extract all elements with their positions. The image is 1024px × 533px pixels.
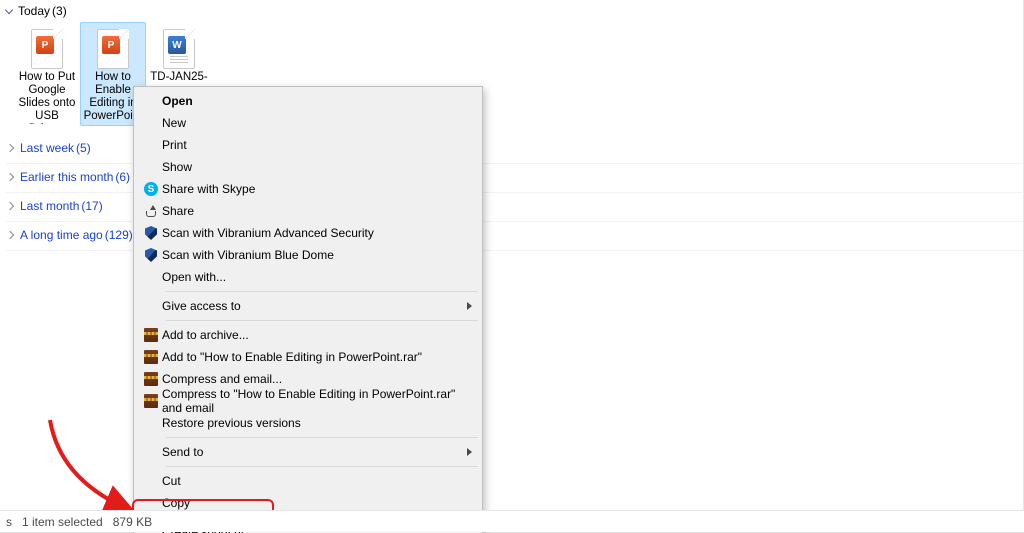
chevron-right-icon	[467, 302, 472, 310]
menu-share-skype[interactable]: S Share with Skype	[136, 178, 480, 200]
archive-icon	[144, 394, 158, 408]
menu-send-to[interactable]: Send to	[136, 441, 480, 463]
group-label: Earlier this month	[20, 170, 113, 184]
group-count: (6)	[115, 170, 130, 184]
shield-icon	[145, 226, 157, 240]
group-header-today[interactable]: Today (3)	[0, 0, 1023, 20]
menu-give-access[interactable]: Give access to	[136, 295, 480, 317]
menu-separator	[166, 291, 478, 292]
chevron-right-icon	[6, 201, 16, 211]
status-selected: 1 item selected	[22, 515, 103, 529]
chevron-right-icon	[6, 230, 16, 240]
menu-restore-versions[interactable]: Restore previous versions	[136, 412, 480, 434]
menu-print[interactable]: Print	[136, 134, 480, 156]
menu-separator	[166, 437, 478, 438]
file-item[interactable]: P How to Put Google Slides onto USB Driv…	[14, 22, 80, 127]
menu-compress-to-email[interactable]: Compress to "How to Enable Editing in Po…	[136, 390, 480, 412]
shield-icon	[145, 248, 157, 262]
group-count: (5)	[76, 141, 91, 155]
menu-share[interactable]: Share	[136, 200, 480, 222]
menu-cut[interactable]: Cut	[136, 470, 480, 492]
group-count: (3)	[52, 4, 67, 18]
menu-scan-advanced[interactable]: Scan with Vibranium Advanced Security	[136, 222, 480, 244]
powerpoint-icon: P	[17, 27, 77, 71]
group-label: A long time ago	[20, 228, 103, 242]
group-count: (17)	[81, 199, 102, 213]
menu-open[interactable]: Open	[136, 90, 480, 112]
menu-add-archive[interactable]: Add to archive...	[136, 324, 480, 346]
powerpoint-icon: P	[83, 27, 143, 71]
chevron-right-icon	[467, 448, 472, 456]
group-label: Last week	[20, 141, 74, 155]
file-label: How to Put Google Slides onto USB Drive.…	[17, 71, 77, 124]
chevron-right-icon	[6, 143, 16, 153]
status-text: s	[6, 515, 12, 529]
chevron-right-icon	[6, 172, 16, 182]
word-icon: W	[149, 27, 209, 71]
group-count: (129)	[105, 228, 133, 242]
context-menu: Open New Print Show S Share with Skype S…	[133, 86, 483, 533]
chevron-down-icon	[4, 6, 14, 16]
status-size: 879 KB	[113, 515, 152, 529]
file-explorer-pane: Today (3) P How to Put Google Slides ont…	[0, 0, 1024, 533]
menu-show[interactable]: Show	[136, 156, 480, 178]
menu-new[interactable]: New	[136, 112, 480, 134]
archive-icon	[144, 372, 158, 386]
archive-icon	[144, 350, 158, 364]
menu-open-with[interactable]: Open with...	[136, 266, 480, 288]
status-bar: s 1 item selected 879 KB	[0, 510, 1024, 532]
share-icon	[144, 204, 158, 218]
menu-separator	[166, 466, 478, 467]
menu-separator	[166, 320, 478, 321]
group-label: Today	[18, 4, 50, 18]
archive-icon	[144, 328, 158, 342]
menu-scan-bluedome[interactable]: Scan with Vibranium Blue Dome	[136, 244, 480, 266]
skype-icon: S	[144, 182, 158, 196]
menu-add-to-rar[interactable]: Add to "How to Enable Editing in PowerPo…	[136, 346, 480, 368]
file-label: TD-JAN25-	[149, 71, 209, 84]
file-item[interactable]: W TD-JAN25-	[146, 22, 212, 87]
group-label: Last month	[20, 199, 79, 213]
